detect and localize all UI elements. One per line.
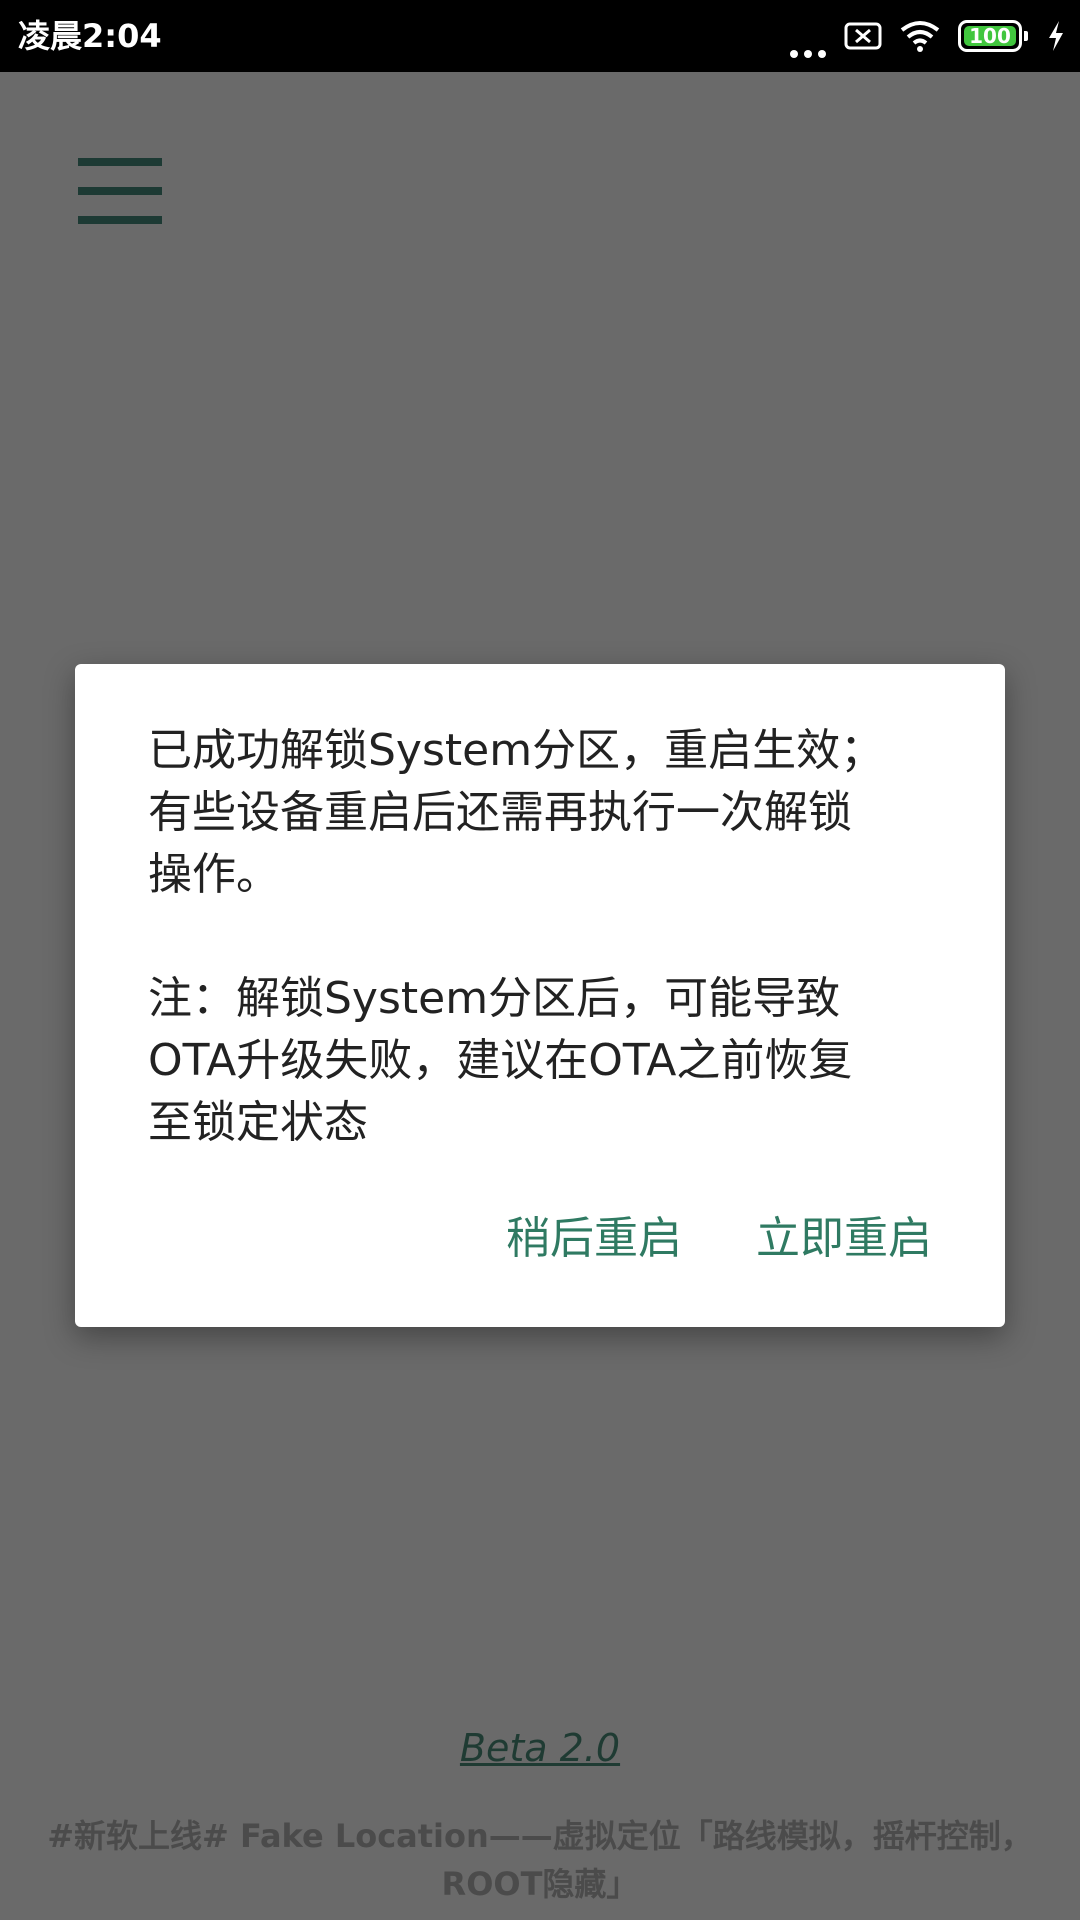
status-time: 凌晨2:04 bbox=[18, 17, 162, 55]
status-bar: 凌晨2:04 100 bbox=[0, 0, 1080, 72]
promo-text[interactable]: #新软上线# Fake Location——虚拟定位「路线模拟，摇杆控制，ROO… bbox=[40, 1812, 1040, 1908]
unlock-dialog: 已成功解锁System分区，重启生效； 有些设备重启后还需再执行一次解锁 操作。… bbox=[75, 664, 1005, 1327]
status-icons: 100 bbox=[790, 14, 1066, 58]
battery-icon: 100 bbox=[958, 20, 1022, 52]
battery-level: 100 bbox=[969, 24, 1011, 48]
reboot-now-button[interactable]: 立即重启 bbox=[756, 1208, 932, 1270]
more-dots-icon bbox=[790, 14, 826, 58]
version-link[interactable]: Beta 2.0 bbox=[0, 1722, 1080, 1774]
hamburger-menu-icon[interactable] bbox=[78, 158, 162, 224]
no-sim-icon bbox=[844, 22, 882, 50]
reboot-later-button[interactable]: 稍后重启 bbox=[506, 1208, 682, 1270]
wifi-icon bbox=[900, 21, 940, 52]
charging-icon bbox=[1049, 21, 1063, 51]
dialog-actions: 稍后重启 立即重启 bbox=[506, 1208, 932, 1270]
dialog-message: 已成功解锁System分区，重启生效； 有些设备重启后还需再执行一次解锁 操作。… bbox=[148, 725, 885, 1148]
